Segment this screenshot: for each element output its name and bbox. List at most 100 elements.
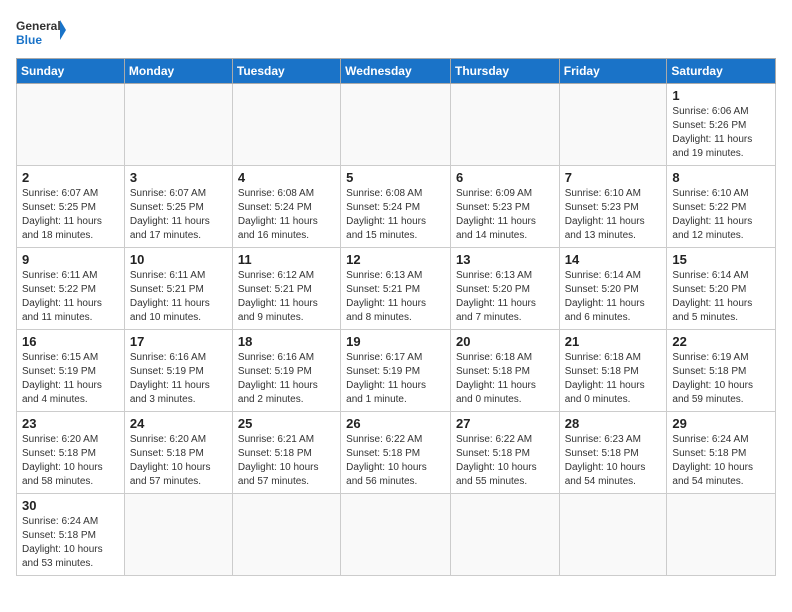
day-number: 16 (22, 334, 119, 349)
calendar-cell: 6 Sunrise: 6:09 AM Sunset: 5:23 PM Daylig… (450, 166, 559, 248)
day-number: 4 (238, 170, 335, 185)
calendar-cell (124, 494, 232, 576)
day-number: 28 (565, 416, 662, 431)
calendar-cell: 12Sunrise: 6:13 AM Sunset: 5:21 PM Dayli… (341, 248, 451, 330)
calendar-cell (17, 84, 125, 166)
day-info: Sunrise: 6:18 AM Sunset: 5:18 PM Dayligh… (456, 351, 554, 407)
header: General Blue (16, 16, 776, 52)
day-number: 9 (22, 252, 119, 267)
day-number: 11 (238, 252, 335, 267)
day-number: 19 (346, 334, 445, 349)
calendar-cell: 16 Sunrise: 6:15 AM Sunset: 5:19 PM Dayli… (17, 330, 125, 412)
calendar-cell: 13 Sunrise: 6:13 AM Sunset: 5:20 PM Dayli… (450, 248, 559, 330)
day-number: 23 (22, 416, 119, 431)
day-info: Sunrise: 6:13 AM Sunset: 5:21 PM Dayligh… (346, 269, 445, 325)
day-info: Sunrise: 6:14 AM Sunset: 5:20 PM Dayligh… (565, 269, 662, 325)
calendar-cell (232, 84, 340, 166)
logo-icon: General Blue (16, 16, 66, 52)
day-number: 13 (456, 252, 554, 267)
calendar-cell: 2Sunrise: 6:07 AM Sunset: 5:25 PM Daylig… (17, 166, 125, 248)
day-info: Sunrise: 6:13 AM Sunset: 5:20 PM Dayligh… (456, 269, 554, 325)
day-number: 24 (130, 416, 227, 431)
day-header-tuesday: Tuesday (232, 59, 340, 84)
day-info: Sunrise: 6:11 AM Sunset: 5:21 PM Dayligh… (130, 269, 227, 325)
day-header-friday: Friday (559, 59, 667, 84)
calendar-cell: 25Sunrise: 6:21 AM Sunset: 5:18 PM Dayli… (232, 412, 340, 494)
day-header-thursday: Thursday (450, 59, 559, 84)
day-header-saturday: Saturday (667, 59, 776, 84)
calendar-cell: 18Sunrise: 6:16 AM Sunset: 5:19 PM Dayli… (232, 330, 340, 412)
day-header-sunday: Sunday (17, 59, 125, 84)
day-number: 29 (672, 416, 770, 431)
svg-text:Blue: Blue (16, 33, 42, 47)
day-info: Sunrise: 6:08 AM Sunset: 5:24 PM Dayligh… (238, 187, 335, 243)
day-info: Sunrise: 6:14 AM Sunset: 5:20 PM Dayligh… (672, 269, 770, 325)
day-header-wednesday: Wednesday (341, 59, 451, 84)
day-number: 30 (22, 498, 119, 513)
calendar-cell (341, 494, 451, 576)
day-number: 3 (130, 170, 227, 185)
day-number: 20 (456, 334, 554, 349)
day-info: Sunrise: 6:12 AM Sunset: 5:21 PM Dayligh… (238, 269, 335, 325)
calendar-cell: 14 Sunrise: 6:14 AM Sunset: 5:20 PM Dayli… (559, 248, 667, 330)
day-number: 17 (130, 334, 227, 349)
day-info: Sunrise: 6:09 AM Sunset: 5:23 PM Dayligh… (456, 187, 554, 243)
day-number: 8 (672, 170, 770, 185)
calendar-cell: 26Sunrise: 6:22 AM Sunset: 5:18 PM Dayli… (341, 412, 451, 494)
calendar-cell: 28 Sunrise: 6:23 AM Sunset: 5:18 PM Dayli… (559, 412, 667, 494)
day-info: Sunrise: 6:20 AM Sunset: 5:18 PM Dayligh… (130, 433, 227, 489)
calendar-cell: 21Sunrise: 6:18 AM Sunset: 5:18 PM Dayli… (559, 330, 667, 412)
calendar-cell: 24 Sunrise: 6:20 AM Sunset: 5:18 PM Dayli… (124, 412, 232, 494)
calendar-cell: 17 Sunrise: 6:16 AM Sunset: 5:19 PM Dayli… (124, 330, 232, 412)
calendar-cell: 19 Sunrise: 6:17 AM Sunset: 5:19 PM Dayli… (341, 330, 451, 412)
day-number: 22 (672, 334, 770, 349)
calendar-cell (124, 84, 232, 166)
day-number: 27 (456, 416, 554, 431)
day-info: Sunrise: 6:07 AM Sunset: 5:25 PM Dayligh… (130, 187, 227, 243)
calendar-table: SundayMondayTuesdayWednesdayThursdayFrid… (16, 58, 776, 576)
calendar-cell: 3 Sunrise: 6:07 AM Sunset: 5:25 PM Daylig… (124, 166, 232, 248)
day-number: 5 (346, 170, 445, 185)
day-info: Sunrise: 6:23 AM Sunset: 5:18 PM Dayligh… (565, 433, 662, 489)
calendar-cell: 9 Sunrise: 6:11 AM Sunset: 5:22 PM Daylig… (17, 248, 125, 330)
calendar-cell: 15 Sunrise: 6:14 AM Sunset: 5:20 PM Dayli… (667, 248, 776, 330)
calendar-week-row: 2Sunrise: 6:07 AM Sunset: 5:25 PM Daylig… (17, 166, 776, 248)
day-info: Sunrise: 6:16 AM Sunset: 5:19 PM Dayligh… (130, 351, 227, 407)
day-number: 21 (565, 334, 662, 349)
calendar-cell: 30 Sunrise: 6:24 AM Sunset: 5:18 PM Dayli… (17, 494, 125, 576)
day-info: Sunrise: 6:22 AM Sunset: 5:18 PM Dayligh… (456, 433, 554, 489)
calendar-week-row: 16 Sunrise: 6:15 AM Sunset: 5:19 PM Dayli… (17, 330, 776, 412)
calendar-cell: 5 Sunrise: 6:08 AM Sunset: 5:24 PM Daylig… (341, 166, 451, 248)
day-number: 15 (672, 252, 770, 267)
calendar-cell (232, 494, 340, 576)
calendar-cell (450, 84, 559, 166)
day-number: 1 (672, 88, 770, 103)
day-info: Sunrise: 6:11 AM Sunset: 5:22 PM Dayligh… (22, 269, 119, 325)
calendar-cell: 1Sunrise: 6:06 AM Sunset: 5:26 PM Daylig… (667, 84, 776, 166)
calendar-cell: 27 Sunrise: 6:22 AM Sunset: 5:18 PM Dayli… (450, 412, 559, 494)
calendar-cell: 4 Sunrise: 6:08 AM Sunset: 5:24 PM Daylig… (232, 166, 340, 248)
day-number: 6 (456, 170, 554, 185)
calendar-cell (450, 494, 559, 576)
calendar-week-row: 30 Sunrise: 6:24 AM Sunset: 5:18 PM Dayli… (17, 494, 776, 576)
day-info: Sunrise: 6:21 AM Sunset: 5:18 PM Dayligh… (238, 433, 335, 489)
calendar-cell: 10Sunrise: 6:11 AM Sunset: 5:21 PM Dayli… (124, 248, 232, 330)
day-number: 14 (565, 252, 662, 267)
calendar-header-row: SundayMondayTuesdayWednesdayThursdayFrid… (17, 59, 776, 84)
day-info: Sunrise: 6:15 AM Sunset: 5:19 PM Dayligh… (22, 351, 119, 407)
calendar-week-row: 23 Sunrise: 6:20 AM Sunset: 5:18 PM Dayli… (17, 412, 776, 494)
calendar-cell: 8Sunrise: 6:10 AM Sunset: 5:22 PM Daylig… (667, 166, 776, 248)
calendar-cell (341, 84, 451, 166)
day-info: Sunrise: 6:10 AM Sunset: 5:23 PM Dayligh… (565, 187, 662, 243)
day-header-monday: Monday (124, 59, 232, 84)
calendar-cell (559, 494, 667, 576)
day-info: Sunrise: 6:24 AM Sunset: 5:18 PM Dayligh… (672, 433, 770, 489)
day-info: Sunrise: 6:24 AM Sunset: 5:18 PM Dayligh… (22, 515, 119, 571)
day-info: Sunrise: 6:07 AM Sunset: 5:25 PM Dayligh… (22, 187, 119, 243)
day-info: Sunrise: 6:17 AM Sunset: 5:19 PM Dayligh… (346, 351, 445, 407)
calendar-cell: 7Sunrise: 6:10 AM Sunset: 5:23 PM Daylig… (559, 166, 667, 248)
calendar-cell: 11 Sunrise: 6:12 AM Sunset: 5:21 PM Dayli… (232, 248, 340, 330)
day-info: Sunrise: 6:08 AM Sunset: 5:24 PM Dayligh… (346, 187, 445, 243)
calendar-cell: 29 Sunrise: 6:24 AM Sunset: 5:18 PM Dayli… (667, 412, 776, 494)
calendar-cell (667, 494, 776, 576)
